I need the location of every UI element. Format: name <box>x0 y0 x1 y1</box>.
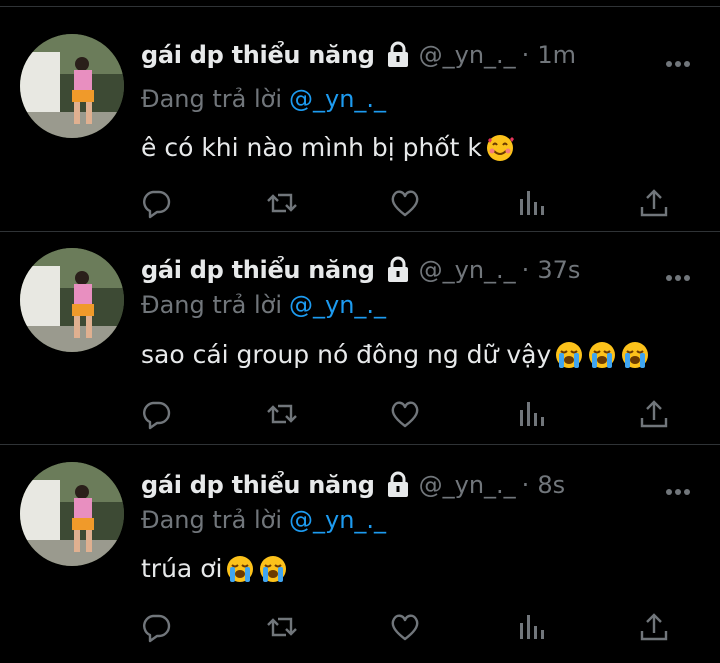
tweet[interactable]: gái dp thiểu năng @_yn_._ · 8s Đang trả … <box>0 444 720 663</box>
replying-to-handle[interactable]: @_yn_._ <box>289 291 386 319</box>
handle[interactable]: @_yn_._ <box>419 39 516 71</box>
separator-dot: · <box>521 256 530 284</box>
timestamp[interactable]: 37s <box>537 254 580 286</box>
display-name[interactable]: gái dp thiểu năng <box>141 254 375 286</box>
replying-to-label: Đang trả lời <box>141 506 283 534</box>
more-icon[interactable] <box>665 53 691 67</box>
replying-to-label: Đang trả lời <box>141 85 283 113</box>
tweet[interactable]: gái dp thiểu năng @_yn_._ · 37s Đang trả… <box>0 231 720 444</box>
display-name[interactable]: gái dp thiểu năng <box>141 469 375 501</box>
timestamp[interactable]: 1m <box>537 39 576 71</box>
tweet-text: ê có khi nào mình bị phốt k <box>141 133 482 162</box>
handle[interactable]: @_yn_._ <box>419 469 516 501</box>
lock-icon <box>385 41 411 69</box>
views-icon[interactable] <box>515 611 547 643</box>
separator-dot: · <box>521 41 530 69</box>
smiling-face-with-hearts-icon <box>485 133 515 163</box>
tweet-text-container: trúa ơi <box>141 552 288 586</box>
share-icon[interactable] <box>638 398 670 430</box>
heart-icon[interactable] <box>389 611 421 643</box>
avatar[interactable] <box>20 34 124 138</box>
more-icon[interactable] <box>665 267 691 281</box>
timestamp[interactable]: 8s <box>537 469 565 501</box>
avatar[interactable] <box>20 248 124 352</box>
action-bar <box>0 611 720 651</box>
views-icon[interactable] <box>515 187 547 219</box>
reply-icon[interactable] <box>140 611 172 643</box>
heart-icon[interactable] <box>389 187 421 219</box>
tweet[interactable]: gái dp thiểu năng @_yn_._ · 1m Đang trả … <box>0 6 720 231</box>
lock-icon <box>385 471 411 499</box>
loudly-crying-face-icon <box>554 340 584 370</box>
tweet-text-container: ê có khi nào mình bị phốt k <box>141 131 515 165</box>
tweet-text: sao cái group nó đông ng dữ vậy <box>141 340 552 369</box>
action-bar <box>0 398 720 438</box>
heart-icon[interactable] <box>389 398 421 430</box>
reply-icon[interactable] <box>140 398 172 430</box>
replying-to-handle[interactable]: @_yn_._ <box>289 85 386 113</box>
retweet-icon[interactable] <box>266 398 298 430</box>
replying-to-label: Đang trả lời <box>141 291 283 319</box>
loudly-crying-face-icon <box>620 340 650 370</box>
share-icon[interactable] <box>638 187 670 219</box>
avatar[interactable] <box>20 462 124 566</box>
views-icon[interactable] <box>515 398 547 430</box>
tweet-text: trúa ơi <box>141 554 223 583</box>
retweet-icon[interactable] <box>266 611 298 643</box>
loudly-crying-face-icon <box>587 340 617 370</box>
loudly-crying-face-icon <box>258 554 288 584</box>
reply-icon[interactable] <box>140 187 172 219</box>
display-name[interactable]: gái dp thiểu năng <box>141 39 375 71</box>
separator-dot: · <box>521 471 530 499</box>
replying-to-handle[interactable]: @_yn_._ <box>289 506 386 534</box>
tweet-text-container: sao cái group nó đông ng dữ vậy <box>141 338 650 372</box>
handle[interactable]: @_yn_._ <box>419 254 516 286</box>
share-icon[interactable] <box>638 611 670 643</box>
retweet-icon[interactable] <box>266 187 298 219</box>
action-bar <box>0 187 720 227</box>
more-icon[interactable] <box>665 481 691 495</box>
reply-thread: gái dp thiểu năng @_yn_._ · 1m Đang trả … <box>0 0 720 663</box>
lock-icon <box>385 256 411 284</box>
loudly-crying-face-icon <box>225 554 255 584</box>
